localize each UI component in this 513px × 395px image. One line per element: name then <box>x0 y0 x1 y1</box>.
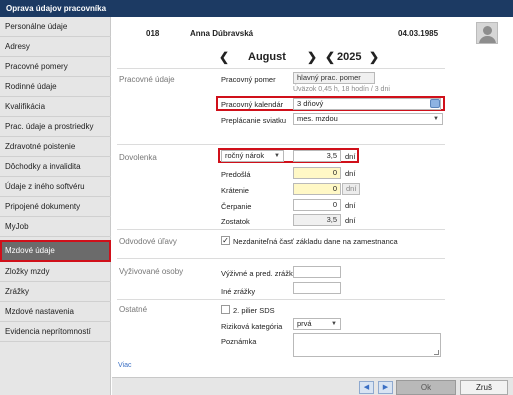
avatar-body <box>479 36 496 43</box>
section-title-ostatne: Ostatné <box>119 305 148 314</box>
avatar-head <box>483 26 492 35</box>
pracovny-kalendar-label: Pracovný kalendár <box>221 100 284 109</box>
rizikova-kategoria-select[interactable]: prvá ▼ <box>293 318 341 330</box>
prev-month-button[interactable]: ❮ <box>219 51 229 63</box>
pracovny-kalendar-field[interactable]: 3 dňový <box>293 98 441 110</box>
zostatok-field: 3,5 <box>293 214 341 226</box>
year-label: 2025 <box>337 51 362 63</box>
kratenie-label: Krátenie <box>221 186 249 195</box>
poznamka-textarea[interactable] <box>293 333 441 357</box>
sidebar-item-pripojene-dokumenty[interactable]: Pripojené dokumenty <box>0 197 111 217</box>
footer-bar: ◀ ▶ Ok Zruš <box>112 377 513 395</box>
zostatok-unit: dní <box>345 216 356 225</box>
divider <box>117 258 445 259</box>
chevron-down-icon: ▼ <box>331 321 337 327</box>
sidebar-item-zrazky[interactable]: Zrážky <box>0 282 111 302</box>
rizikova-kategoria-label: Riziková kategória <box>221 322 283 331</box>
section-title-pracovne-udaje: Pracovné údaje <box>119 75 175 84</box>
pracovny-pomer-field: hlavný prac. pomer <box>293 72 375 84</box>
preplacanie-sviatku-label: Preplácanie sviatku <box>221 116 287 125</box>
sidebar-item-kvalifikacia[interactable]: Kvalifikácia <box>0 97 111 117</box>
sidebar-item-zlozky-mzdy[interactable]: Zložky mzdy <box>0 262 111 282</box>
sidebar-item-personalne-udaje[interactable]: Personálne údaje <box>0 17 111 37</box>
prev-year-button[interactable]: ❮ <box>325 51 335 63</box>
sidebar-item-adresy[interactable]: Adresy <box>0 37 111 57</box>
next-year-button[interactable]: ❯ <box>369 51 379 63</box>
ine-zrazky-label: Iné zrážky <box>221 287 256 296</box>
sidebar-item-mzdove-nastavenia[interactable]: Mzdové nastavenia <box>0 302 111 322</box>
pracovny-kalendar-value: 3 dňový <box>297 99 324 108</box>
window-title: Oprava údajov pracovníka <box>0 0 513 17</box>
section-title-vyzivovane-osoby: Vyživované osoby <box>119 267 184 276</box>
chevron-down-icon: ▼ <box>274 153 280 159</box>
narok-type-select[interactable]: ročný nárok ▼ <box>221 150 284 162</box>
chevron-down-icon: ▼ <box>433 116 439 122</box>
zostatok-label: Zostatok <box>221 217 250 226</box>
cerpanie-label: Čerpanie <box>221 202 252 211</box>
employee-name: Anna Dúbravská <box>190 29 254 38</box>
next-month-button[interactable]: ❯ <box>307 51 317 63</box>
narok-value-field[interactable]: 3,5 <box>293 150 341 162</box>
sidebar-item-pracovne-pomery[interactable]: Pracovné pomery <box>0 57 111 77</box>
birth-date: 04.03.1985 <box>398 29 439 38</box>
cerpanie-field: 0 <box>293 199 341 211</box>
poznamka-label: Poznámka <box>221 337 257 346</box>
divider <box>117 144 445 145</box>
divider <box>117 68 445 69</box>
preplacanie-sviatku-value: mes. mzdou <box>297 114 338 123</box>
section-title-dovolenka: Dovolenka <box>119 153 157 162</box>
sidebar-item-zdravotne-poistenie[interactable]: Zdravotné poistenie <box>0 137 111 157</box>
vyzivne-label: Výživné a pred. zrážky <box>221 269 297 278</box>
divider <box>117 229 445 230</box>
sidebar: Personálne údaje Adresy Pracovné pomery … <box>0 17 111 395</box>
rizikova-kategoria-value: prvá <box>297 319 312 328</box>
ok-button[interactable]: Ok <box>396 380 456 395</box>
cancel-button[interactable]: Zruš <box>460 380 508 395</box>
ine-zrazky-field[interactable] <box>293 282 341 294</box>
viac-link[interactable]: Viac <box>118 362 132 369</box>
month-label: August <box>248 51 286 63</box>
section-title-odvodove-ulavy: Odvodové úľavy <box>119 237 177 246</box>
sidebar-item-dochodky[interactable]: Dôchodky a invalidita <box>0 157 111 177</box>
nezdanitelna-cast-checkbox[interactable]: ✓ <box>221 236 230 245</box>
narok-type-value: ročný nárok <box>225 151 265 160</box>
sidebar-item-prac-udaje[interactable]: Prac. údaje a prostriedky <box>0 117 111 137</box>
pilier-sds-checkbox[interactable] <box>221 305 230 314</box>
uvazok-hint: Úväzok 0,45 h, 18 hodín / 3 dni <box>293 86 390 93</box>
kratenie-unit: dní <box>342 183 361 195</box>
prev-record-button[interactable]: ◀ <box>359 381 374 394</box>
cerpanie-unit: dní <box>345 201 356 210</box>
sidebar-item-mzdove-udaje[interactable]: Mzdové údaje <box>0 240 111 262</box>
sidebar-item-rodinne-udaje[interactable]: Rodinné údaje <box>0 77 111 97</box>
preplacanie-sviatku-select[interactable]: mes. mzdou ▼ <box>293 113 443 125</box>
sidebar-item-myjob[interactable]: MyJob <box>0 217 111 237</box>
divider <box>117 299 445 300</box>
sidebar-item-udaje-z-ineho[interactable]: Údaje z iného softvéru <box>0 177 111 197</box>
predosla-unit: dní <box>345 169 356 178</box>
pracovny-pomer-label: Pracovný pomer <box>221 75 276 84</box>
resize-grip-icon[interactable] <box>434 350 439 355</box>
employee-id: 018 <box>146 29 160 38</box>
kratenie-field[interactable]: 0 <box>293 183 341 195</box>
pilier-sds-label: 2. pilier SDS <box>233 306 275 315</box>
calendar-picker-icon[interactable] <box>430 99 440 108</box>
next-record-button[interactable]: ▶ <box>378 381 393 394</box>
avatar <box>476 22 498 44</box>
nezdanitelna-cast-label: Nezdaniteľná časť základu dane na zamest… <box>233 237 398 246</box>
narok-unit: dní <box>345 152 356 161</box>
predosla-label: Predošlá <box>221 170 251 179</box>
sidebar-item-evidencia-nepritomnosti[interactable]: Evidencia neprítomností <box>0 322 111 342</box>
vyzivne-field[interactable] <box>293 266 341 278</box>
predosla-field[interactable]: 0 <box>293 167 341 179</box>
